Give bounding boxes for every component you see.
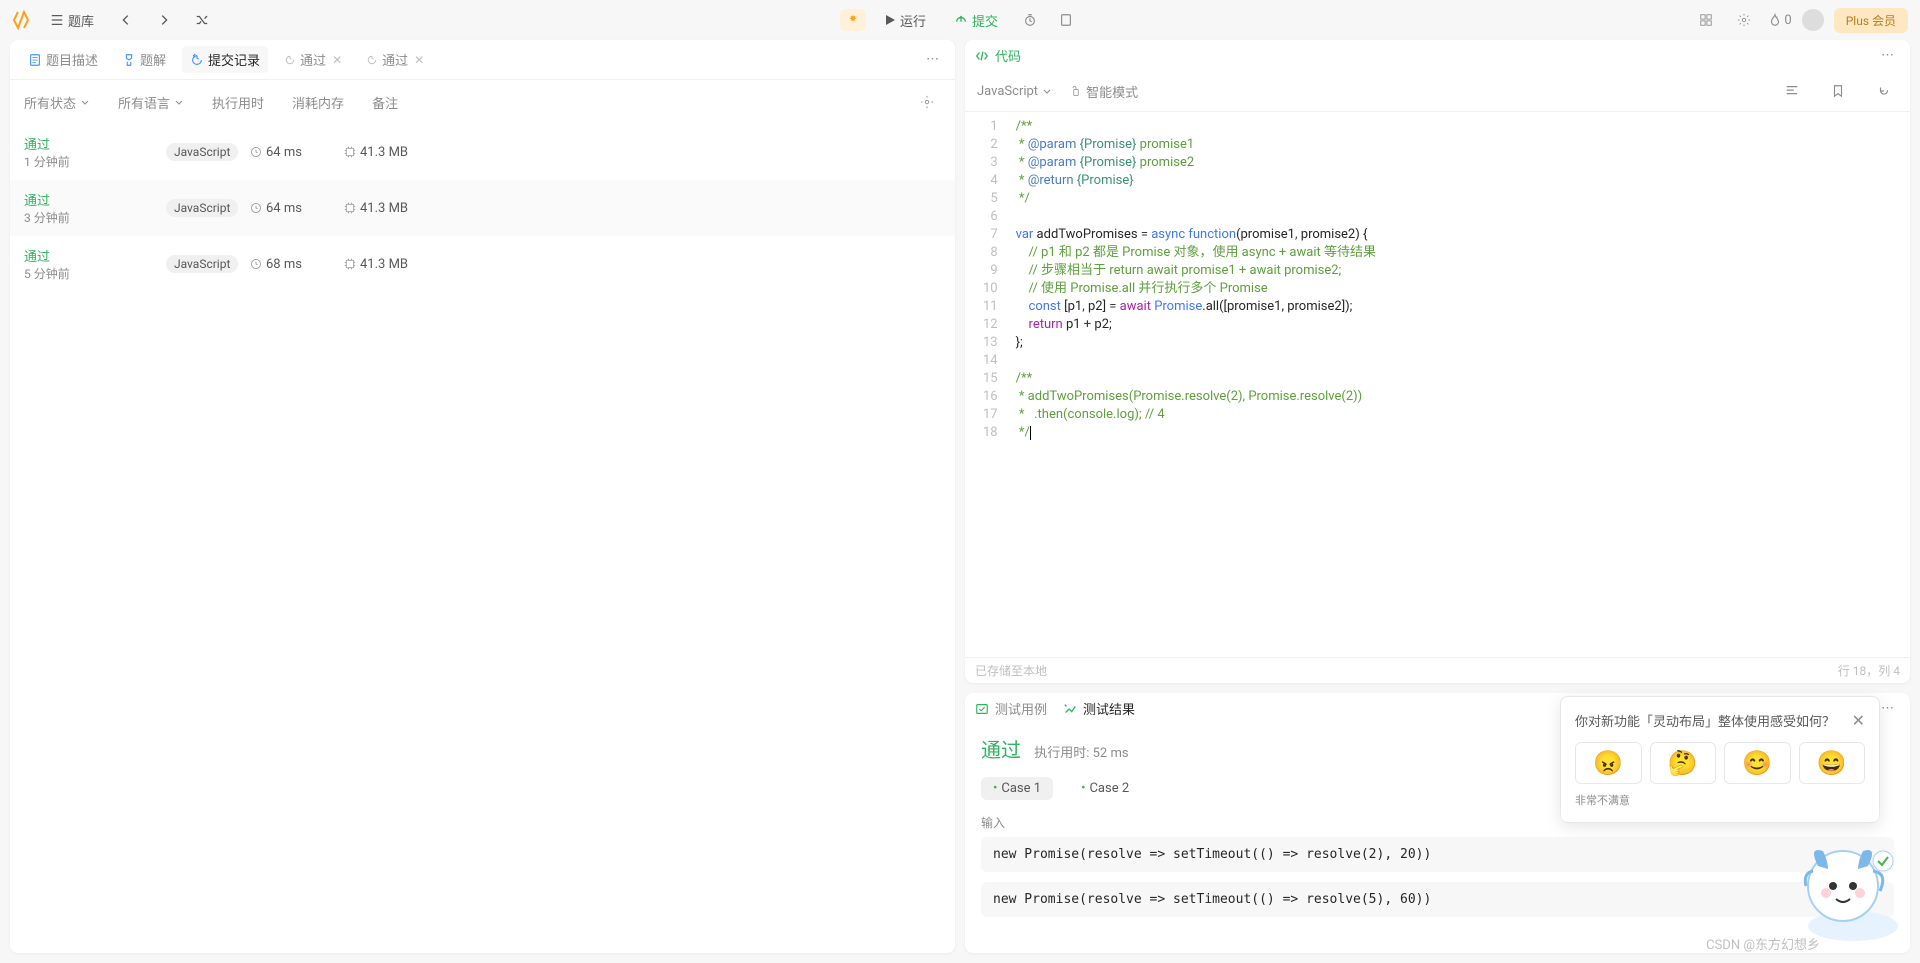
- feedback-emoji[interactable]: 🤔: [1650, 742, 1717, 784]
- smart-mode-label: 智能模式: [1086, 82, 1138, 101]
- feedback-emoji[interactable]: 😄: [1799, 742, 1866, 784]
- code-more-icon[interactable]: ⋯: [1875, 48, 1900, 63]
- filter-status[interactable]: 所有状态: [24, 93, 90, 112]
- submission-row[interactable]: 通过 1 分钟前 JavaScript 64 ms 41.3 MB: [10, 124, 955, 180]
- filter-runtime-header: 执行用时: [212, 93, 264, 112]
- submission-row[interactable]: 通过 5 分钟前 JavaScript 68 ms 41.3 MB: [10, 236, 955, 292]
- run-label: 运行: [900, 11, 926, 30]
- shuffle-button[interactable]: [188, 6, 216, 34]
- avatar[interactable]: [1802, 9, 1824, 31]
- feedback-low-label: 非常不满意: [1575, 792, 1865, 808]
- submission-status: 通过: [24, 246, 154, 265]
- cursor-position: 行 18，列 4: [1838, 662, 1900, 679]
- code-editor[interactable]: 123456789101112131415161718 /** * @param…: [965, 112, 1910, 657]
- timer-button[interactable]: [1016, 6, 1044, 34]
- smart-mode-indicator[interactable]: 智能模式: [1070, 82, 1138, 101]
- feedback-emoji[interactable]: 😠: [1575, 742, 1642, 784]
- language-label: JavaScript: [977, 84, 1038, 99]
- input-value-box: new Promise(resolve => setTimeout(() => …: [981, 882, 1894, 917]
- submission-runtime: 68 ms: [250, 257, 332, 272]
- streak-counter[interactable]: 0: [1768, 13, 1791, 28]
- tab-solution-label: 题解: [140, 50, 166, 69]
- feedback-popup: 你对新功能「灵动布局」整体使用感受如何？ ✕ 😠🤔😊😄 非常不满意: [1560, 696, 1880, 823]
- submit-label: 提交: [972, 11, 998, 30]
- submission-time-ago: 1 分钟前: [24, 153, 154, 170]
- submission-time-ago: 3 分钟前: [24, 209, 154, 226]
- tab-test-result[interactable]: 测试结果: [1063, 699, 1135, 718]
- close-icon[interactable]: ✕: [332, 53, 342, 67]
- problems-label: 题库: [68, 11, 94, 30]
- bookmark-icon[interactable]: [1824, 77, 1852, 105]
- feedback-question: 你对新功能「灵动布局」整体使用感受如何？: [1575, 711, 1835, 730]
- tab-description[interactable]: 题目描述: [20, 46, 106, 73]
- submission-runtime: 64 ms: [250, 145, 332, 160]
- filter-language-label: 所有语言: [118, 93, 170, 112]
- submission-language-chip: JavaScript: [166, 143, 238, 161]
- prev-problem-button[interactable]: [112, 6, 140, 34]
- tab-submissions[interactable]: 提交记录: [182, 46, 268, 73]
- tab-accepted-1-label: 通过: [300, 50, 326, 69]
- submission-memory: 41.3 MB: [344, 145, 444, 160]
- tab-solution[interactable]: 题解: [114, 46, 174, 73]
- submit-button[interactable]: 提交: [944, 7, 1008, 34]
- layout-button[interactable]: [1692, 6, 1720, 34]
- tab-testcase-label: 测试用例: [995, 699, 1047, 718]
- submission-status-cell: 通过 3 分钟前: [24, 190, 154, 226]
- code-panel: 代码 ⋯ JavaScript 智能模式: [965, 40, 1910, 683]
- code-panel-title: 代码: [975, 46, 1021, 65]
- format-code-icon[interactable]: [1778, 77, 1806, 105]
- problems-list-button[interactable]: 题库: [42, 7, 102, 34]
- left-panel: 题目描述 题解 提交记录 通过 ✕ 通过 ✕: [10, 40, 955, 953]
- mascot-icon[interactable]: [1788, 831, 1908, 951]
- submission-runtime: 64 ms: [250, 201, 332, 216]
- submission-status: 通过: [24, 190, 154, 209]
- tab-description-label: 题目描述: [46, 50, 98, 69]
- submission-language-chip: JavaScript: [166, 255, 238, 273]
- submission-row[interactable]: 通过 3 分钟前 JavaScript 64 ms 41.3 MB: [10, 180, 955, 236]
- submission-memory: 41.3 MB: [344, 201, 444, 216]
- language-selector[interactable]: JavaScript: [977, 84, 1052, 99]
- logo[interactable]: [12, 10, 32, 30]
- top-toolbar: 题库 运行 提交: [0, 0, 1920, 40]
- filter-language[interactable]: 所有语言: [118, 93, 184, 112]
- tab-accepted-2-label: 通过: [382, 50, 408, 69]
- next-problem-button[interactable]: [150, 6, 178, 34]
- code-title-label: 代码: [995, 46, 1021, 65]
- filter-notes-header: 备注: [372, 93, 398, 112]
- input-value-box: new Promise(resolve => setTimeout(() => …: [981, 837, 1894, 872]
- result-status: 通过: [981, 738, 1021, 762]
- filter-settings-icon[interactable]: [913, 88, 941, 116]
- notes-button[interactable]: [1052, 6, 1080, 34]
- save-status: 已存储至本地: [975, 662, 1047, 679]
- streak-count: 0: [1784, 13, 1791, 28]
- submission-time-ago: 5 分钟前: [24, 265, 154, 282]
- submission-status: 通过: [24, 134, 154, 153]
- run-button[interactable]: 运行: [874, 7, 936, 34]
- more-icon[interactable]: ⋯: [920, 52, 945, 67]
- tab-testcase[interactable]: 测试用例: [975, 699, 1047, 718]
- case-tab[interactable]: •Case 1: [981, 777, 1053, 800]
- reset-code-icon[interactable]: [1870, 77, 1898, 105]
- submission-memory: 41.3 MB: [344, 257, 444, 272]
- settings-button[interactable]: [1730, 6, 1758, 34]
- filter-status-label: 所有状态: [24, 93, 76, 112]
- submission-status-cell: 通过 5 分钟前: [24, 246, 154, 282]
- close-icon[interactable]: ✕: [414, 53, 424, 67]
- case-tab[interactable]: •Case 2: [1069, 777, 1141, 800]
- submission-status-cell: 通过 1 分钟前: [24, 134, 154, 170]
- plus-member-badge[interactable]: Plus 会员: [1834, 8, 1908, 33]
- submission-language-chip: JavaScript: [166, 199, 238, 217]
- tab-test-result-label: 测试结果: [1083, 699, 1135, 718]
- tab-accepted-1[interactable]: 通过 ✕: [276, 46, 350, 73]
- feedback-close-button[interactable]: ✕: [1852, 711, 1865, 730]
- feedback-emoji[interactable]: 😊: [1724, 742, 1791, 784]
- result-runtime: 执行用时: 52 ms: [1034, 746, 1128, 761]
- tab-submissions-label: 提交记录: [208, 50, 260, 69]
- debug-button[interactable]: [840, 9, 866, 31]
- tab-accepted-2[interactable]: 通过 ✕: [358, 46, 432, 73]
- filter-memory-header: 消耗内存: [292, 93, 344, 112]
